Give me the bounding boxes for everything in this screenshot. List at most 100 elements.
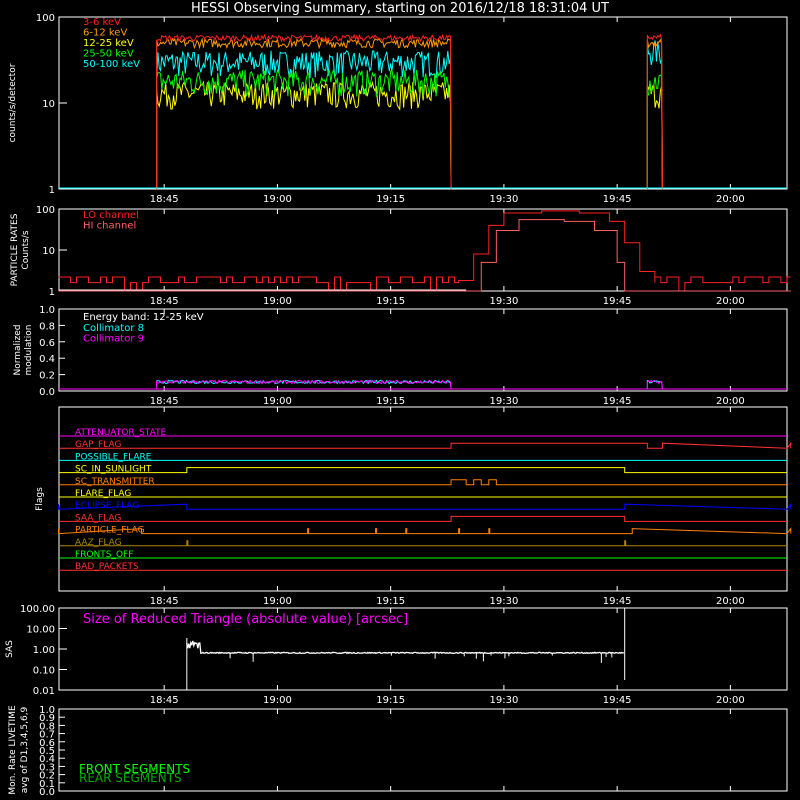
- modulation-ylabel-1: Normalized: [13, 324, 23, 375]
- particle-panel-frame: [58, 208, 788, 292]
- modulation-xtick-label: 18:45: [150, 396, 179, 407]
- flags-xtick-label: 19:15: [376, 596, 405, 607]
- sas-ytick-label: 0.01: [33, 686, 55, 697]
- counts-xtick-label: 19:15: [376, 194, 405, 205]
- counts-xtick-label: 20:00: [716, 194, 745, 205]
- particle-xtick-label: 20:00: [716, 296, 745, 307]
- counts-legend-4: 50-100 keV: [83, 59, 140, 70]
- modulation-xtick-label: 19:45: [603, 396, 632, 407]
- flag-line-7: [59, 515, 787, 522]
- particle-legend-0: LO channel: [83, 210, 139, 221]
- counts-ytick-label: 100: [36, 13, 55, 24]
- particle-xtick-label: 19:45: [603, 296, 632, 307]
- modulation-ylabel-2: modulation: [24, 325, 34, 376]
- livetime-ylabel-2: avg of D1,3,4,5,6,9: [20, 706, 30, 793]
- modulation-series-0: [59, 379, 663, 390]
- modulation-xtick-label: 19:30: [489, 396, 518, 407]
- sas-series: [186, 640, 624, 655]
- particle-series-0: [58, 210, 791, 292]
- observing-summary-figure: 18:45 19:00 19:15 19:30 19:45 20:00 1 10 100 coun…: [5, 13, 792, 798]
- flags-panel-frame: [58, 406, 788, 592]
- counts-legend-0: 3-6 keV: [83, 17, 121, 28]
- counts-series-4: [156, 50, 452, 190]
- modulation-xtick-label: 19:15: [376, 396, 405, 407]
- sas-annotation: Size of Reduced Triangle (absolute value…: [83, 612, 408, 627]
- modulation-annotation: Energy band: 12-25 keV: [83, 312, 204, 323]
- sas-ylabel: SAS: [5, 640, 15, 658]
- particle-legend-1: HI channel: [83, 221, 136, 232]
- modulation-ytick-label: 0.4: [39, 354, 55, 365]
- counts-ytick-label: 10: [42, 99, 55, 110]
- particle-xtick-label: 19:00: [263, 296, 292, 307]
- modulation-xtick-label: 19:00: [263, 396, 292, 407]
- particle-ytick-label: 10: [42, 246, 55, 257]
- modulation-ytick-label: 0.2: [39, 371, 55, 382]
- flag-label-1: GAP_FLAG: [75, 440, 121, 450]
- flag-line-9: [59, 540, 787, 547]
- modulation-ytick-label: 1.0: [39, 305, 55, 316]
- sas-ytick-label: 100.00: [20, 604, 55, 615]
- flag-label-6: ECLIPSE_FLAG: [75, 501, 139, 511]
- counts-legend-3: 25-50 keV: [83, 49, 134, 60]
- flags-ylabel: Flags: [35, 487, 45, 511]
- flag-line-1: [59, 441, 792, 449]
- flag-line-4: [59, 479, 787, 486]
- sas-xtick-label: 20:00: [716, 695, 745, 706]
- flag-label-4: SC_TRANSMITTER: [75, 477, 155, 487]
- livetime-legend-rear: REAR SEGMENTS: [79, 771, 182, 785]
- counts-ylabel: counts/s/detector: [8, 63, 18, 142]
- modulation-legend-1: Collimator 9: [83, 334, 144, 345]
- modulation-xtick-label: 20:00: [716, 396, 745, 407]
- flag-label-9: AAZ_FLAG: [75, 538, 122, 548]
- livetime-ylabel-1: Mon. Rate LIVETIME: [8, 705, 18, 795]
- particle-ytick-label: 1: [49, 287, 55, 298]
- flags-xtick-label: 19:00: [263, 596, 292, 607]
- sas-ytick-label: 0.10: [33, 666, 55, 677]
- livetime-ytick-label: 1.0: [39, 705, 55, 716]
- counts-series-4: [646, 40, 663, 190]
- flag-label-0: ATTENUATOR_STATE: [75, 428, 167, 438]
- flag-label-2: POSSIBLE_FLARE: [75, 452, 152, 462]
- flag-label-11: BAD_PACKETS: [75, 562, 139, 572]
- counts-series-3: [156, 68, 452, 190]
- modulation-ytick-label: 0.0: [39, 387, 55, 398]
- sas-xtick-label: 19:00: [263, 695, 292, 706]
- flags-xtick-label: 19:30: [489, 596, 518, 607]
- sas-xtick-label: 19:30: [489, 695, 518, 706]
- modulation-ytick-label: 0.8: [39, 321, 55, 332]
- counts-legend-1: 6-12 keV: [83, 28, 127, 39]
- sas-xtick-label: 18:45: [150, 695, 179, 706]
- sas-xtick-label: 19:45: [603, 695, 632, 706]
- flag-label-3: SC_IN_SUNLIGHT: [75, 465, 152, 475]
- flags-xtick-label: 20:00: [716, 596, 745, 607]
- flag-label-10: FRONTS_OFF: [75, 550, 133, 560]
- counts-xtick-label: 19:45: [603, 194, 632, 205]
- sas-xtick-label: 19:15: [376, 695, 405, 706]
- flag-label-7: SAA_FLAG: [75, 513, 121, 523]
- flag-line-3: [59, 467, 787, 474]
- counts-xtick-label: 19:30: [489, 194, 518, 205]
- particle-ylabel-1: PARTICLE RATES: [10, 213, 20, 286]
- particle-ytick-label: 100: [36, 205, 55, 216]
- sas-ytick-label: 10.00: [26, 625, 55, 636]
- modulation-legend-0: Collimator 8: [83, 323, 144, 334]
- sas-ytick-label: 1.00: [33, 645, 55, 656]
- modulation-ytick-label: 0.6: [39, 338, 55, 349]
- particle-xtick-label: 19:15: [376, 296, 405, 307]
- flags-xtick-label: 19:45: [603, 596, 632, 607]
- counts-legend-2: 12-25 keV: [83, 38, 134, 49]
- flag-label-8: PARTICLE_FLAG: [75, 526, 145, 536]
- flags-xtick-label: 18:45: [150, 596, 179, 607]
- flag-line-8: [57, 527, 792, 535]
- flag-label-5: FLARE_FLAG: [75, 489, 131, 499]
- counts-ytick-label: 1: [49, 185, 55, 196]
- counts-xtick-label: 18:45: [150, 194, 179, 205]
- particle-xtick-label: 18:45: [150, 296, 179, 307]
- counts-series-2: [646, 83, 663, 190]
- counts-series-2: [156, 80, 452, 190]
- particle-xtick-label: 19:30: [489, 296, 518, 307]
- counts-xtick-label: 19:00: [263, 194, 292, 205]
- modulation-series-1: [59, 379, 452, 390]
- flag-line-6: [57, 502, 792, 510]
- particle-ylabel-2: Counts/s: [21, 230, 31, 269]
